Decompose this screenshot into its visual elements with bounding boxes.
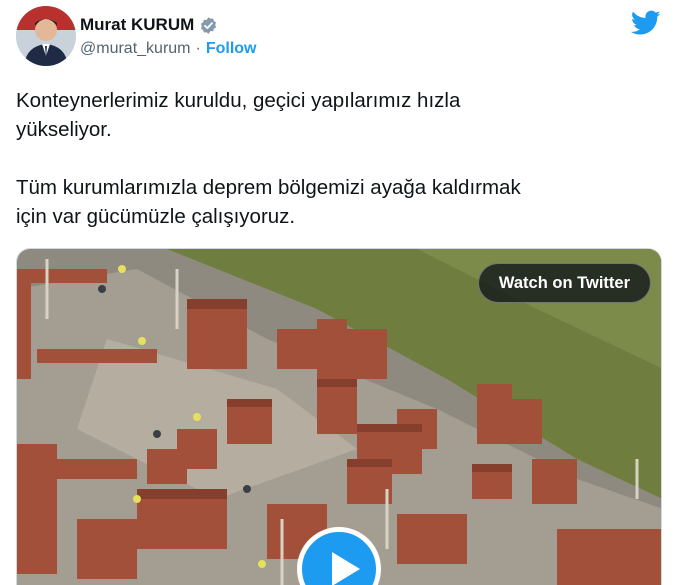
separator-dot: · [195,40,201,57]
tweet-paragraph: Konteynerlerimiz kuruldu, geçici yapılar… [16,89,461,141]
avatar-image [16,6,76,66]
follow-button[interactable]: Follow [206,40,257,58]
tweet-header: Murat KURUM @murat_kurum · Follow [16,6,661,68]
author-display-name[interactable]: Murat KURUM [80,15,194,35]
twitter-bird-icon[interactable] [630,10,661,36]
tweet-text: Konteynerlerimiz kuruldu, geçici yapılar… [16,86,656,231]
video-media[interactable]: Watch on Twitter [16,248,662,585]
verified-badge-icon [199,16,218,35]
watch-on-twitter-button[interactable]: Watch on Twitter [477,263,651,303]
avatar[interactable] [16,6,76,66]
play-icon [332,552,360,585]
tweet-paragraph: Tüm kurumlarımızla deprem bölgemizi ayağ… [16,176,521,228]
author-handle[interactable]: @murat_kurum [80,40,191,58]
